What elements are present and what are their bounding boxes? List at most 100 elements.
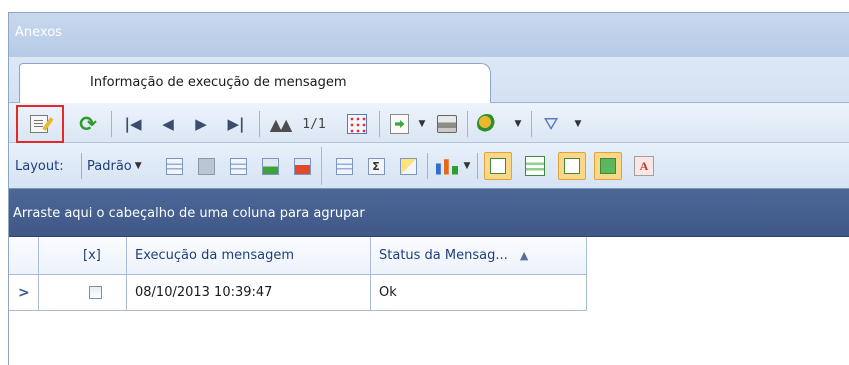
settings-dropdown[interactable]: ▼ (511, 113, 525, 135)
status-cell[interactable]: Ok (371, 275, 587, 311)
status-value: Ok (379, 285, 397, 300)
data-grid: [x] Execução da mensagem Status da Mensa… (9, 237, 849, 365)
column-header-label: Status da Mensag... (379, 248, 508, 263)
bar-chart-icon (436, 159, 458, 175)
window-title-bar: Anexos (9, 13, 849, 57)
filter-icon: ⛛ (543, 113, 559, 135)
column-header-selected[interactable]: [x] (39, 237, 127, 275)
columns-icon (229, 157, 247, 175)
chevron-down-icon: ▼ (134, 161, 142, 171)
delete-layout-icon (197, 157, 215, 175)
column-header-label: [x] (83, 248, 101, 263)
toolbar-separator (81, 153, 82, 179)
chevron-down-icon: ▼ (463, 161, 471, 171)
execucao-value: 08/10/2013 10:39:47 (135, 285, 273, 300)
previous-record-button[interactable]: ◀ (156, 112, 180, 136)
column-header-status[interactable]: Status da Mensag... ▲ (371, 237, 587, 275)
view-option-4-icon (594, 152, 622, 180)
attachments-window: Anexos Informação de execução de mensage… (8, 12, 849, 365)
tab-message-execution-info[interactable]: Informação de execução de mensagem (19, 63, 491, 104)
export-icon (389, 114, 409, 134)
settings-gears-icon (477, 114, 497, 134)
record-pager: 1/1 (297, 112, 331, 136)
chart-dropdown[interactable]: ▼ (461, 155, 473, 177)
filter-button[interactable]: ⛛ (537, 111, 565, 137)
find-button[interactable]: ▲▲ (267, 112, 293, 136)
layout-toolbar: Layout: Padrão ▼ Σ ▼ A (9, 143, 849, 189)
toolbar-separator (379, 111, 380, 137)
view-option-1-button[interactable] (483, 152, 513, 180)
summary-button[interactable]: Σ (363, 155, 389, 177)
view-option-2-button[interactable] (523, 155, 547, 177)
table-row[interactable]: > 08/10/2013 10:39:47 Ok (9, 275, 609, 311)
row-checkbox[interactable] (89, 286, 102, 299)
group-panel-hint: Arraste aqui o cabeçalho de uma coluna p… (13, 206, 365, 221)
chevron-down-icon: ▼ (418, 119, 426, 129)
group-by-panel[interactable]: Arraste aqui o cabeçalho de uma coluna p… (9, 189, 849, 237)
export-dropdown[interactable]: ▼ (415, 113, 429, 135)
toolbar-separator (427, 153, 428, 179)
find-icon: ▲▲ (269, 114, 293, 134)
toolbar-separator (467, 111, 468, 137)
layout-label: Layout: (15, 155, 81, 177)
column-header-execucao[interactable]: Execução da mensagem (127, 237, 371, 275)
delete-layout-button[interactable] (193, 155, 219, 177)
font-button[interactable]: A (631, 155, 657, 177)
settings-button[interactable] (473, 111, 501, 137)
tab-label: Informação de execução de mensagem (90, 75, 347, 90)
view-icon-inner (600, 158, 616, 174)
import-layout-button[interactable] (257, 155, 283, 177)
pager-text: 1/1 (302, 116, 326, 132)
view-option-2-icon (525, 156, 545, 176)
group-by-button[interactable] (331, 155, 357, 177)
filter-dropdown[interactable]: ▼ (571, 113, 585, 135)
view-icon-inner (564, 158, 580, 174)
view-option-3-button[interactable] (557, 152, 587, 180)
grid-header-row: [x] Execução da mensagem Status da Mensa… (9, 237, 849, 275)
layout-label-text: Layout: (15, 158, 64, 174)
view-option-4-button[interactable] (593, 152, 623, 180)
export-layout-icon (293, 157, 311, 175)
tab-strip: Informação de execução de mensagem (9, 57, 849, 104)
format-button[interactable] (395, 155, 421, 177)
refresh-button[interactable]: ⟳ (75, 112, 101, 136)
layout-select[interactable]: Padrão ▼ (87, 155, 159, 177)
chart-button[interactable] (433, 155, 461, 177)
font-icon: A (634, 156, 654, 176)
import-layout-icon (261, 157, 279, 175)
next-record-icon: ▶ (195, 115, 207, 133)
toolbar-separator (477, 153, 478, 179)
chevron-down-icon: ▼ (574, 119, 582, 129)
first-record-button[interactable]: |◀ (121, 112, 145, 136)
view-option-1-icon (484, 152, 512, 180)
export-layout-button[interactable] (289, 155, 315, 177)
edit-button[interactable] (25, 113, 53, 135)
row-indicator-header (9, 237, 39, 275)
toolbar-separator (259, 111, 260, 137)
save-layout-button[interactable] (161, 155, 187, 177)
sort-ascending-icon: ▲ (519, 249, 529, 262)
edit-document-icon (30, 115, 48, 133)
view-option-3-icon (558, 152, 586, 180)
next-record-button[interactable]: ▶ (189, 112, 213, 136)
save-layout-icon (165, 157, 183, 175)
toolbar-separator (321, 147, 322, 185)
execucao-cell[interactable]: 08/10/2013 10:39:47 (127, 275, 371, 311)
view-icon-inner (490, 158, 506, 174)
toolbar-separator (111, 111, 112, 137)
last-record-icon: ▶| (227, 115, 245, 133)
chevron-down-icon: ▼ (514, 119, 522, 129)
column-header-label: Execução da mensagem (135, 248, 294, 263)
select-cell[interactable] (39, 275, 127, 311)
current-row-icon: > (18, 285, 30, 301)
columns-layout-button[interactable] (225, 155, 251, 177)
refresh-icon: ⟳ (79, 112, 97, 136)
row-indicator: > (9, 275, 39, 311)
group-by-icon (335, 157, 353, 175)
toolbar-separator (531, 111, 532, 137)
export-button[interactable] (385, 111, 413, 137)
last-record-button[interactable]: ▶| (223, 112, 249, 136)
print-button[interactable] (433, 111, 461, 137)
grid-options-button[interactable] (343, 111, 371, 137)
navigation-toolbar: ⟳ |◀ ◀ ▶ ▶| ▲▲ 1/1 ▼ ▼ ⛛ ▼ (9, 103, 849, 143)
